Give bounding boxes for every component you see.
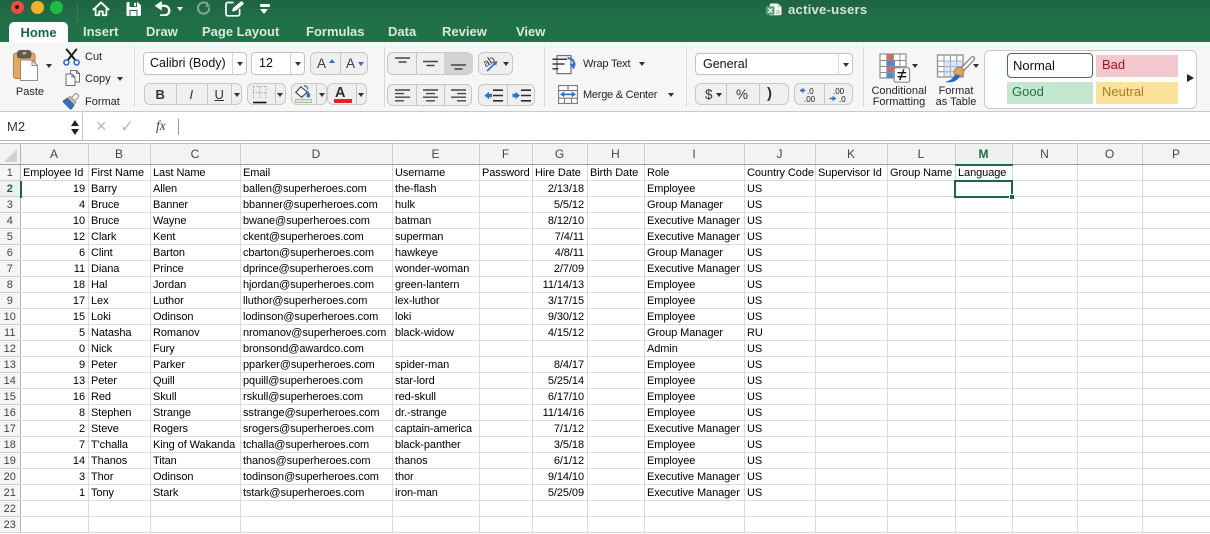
svg-text:.0: .0 [839,95,846,103]
svg-text:a: a [776,9,780,16]
svg-text:.00: .00 [804,95,816,103]
